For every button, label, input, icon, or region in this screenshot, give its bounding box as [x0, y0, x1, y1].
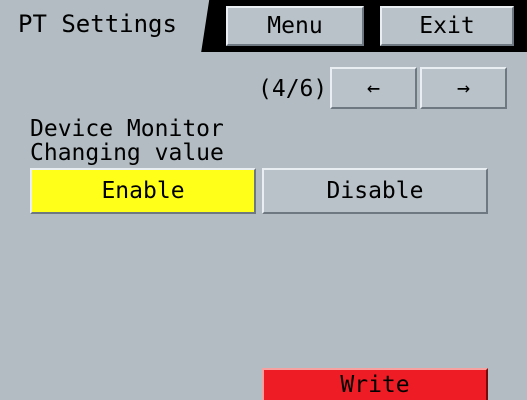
page-indicator: (4/6) [258, 76, 328, 102]
page-title: PT Settings [18, 10, 177, 38]
disable-button[interactable]: Disable [262, 168, 488, 214]
prev-page-button[interactable]: ← [330, 67, 417, 109]
exit-button[interactable]: Exit [378, 4, 516, 48]
arrow-left-icon: ← [366, 75, 381, 101]
setting-label-line2: Changing value [30, 140, 224, 166]
header-bar: PT Settings Menu Exit [0, 0, 527, 52]
title-tab: PT Settings [0, 0, 212, 52]
write-button[interactable]: Write [262, 368, 488, 400]
menu-button[interactable]: Menu [224, 4, 366, 48]
setting-label-line1: Device Monitor [30, 116, 224, 142]
enable-button[interactable]: Enable [30, 168, 256, 214]
arrow-right-icon: → [456, 75, 471, 101]
next-page-button[interactable]: → [420, 67, 507, 109]
pt-settings-screen: PT Settings Menu Exit (4/6) ← → Device M… [0, 0, 527, 400]
